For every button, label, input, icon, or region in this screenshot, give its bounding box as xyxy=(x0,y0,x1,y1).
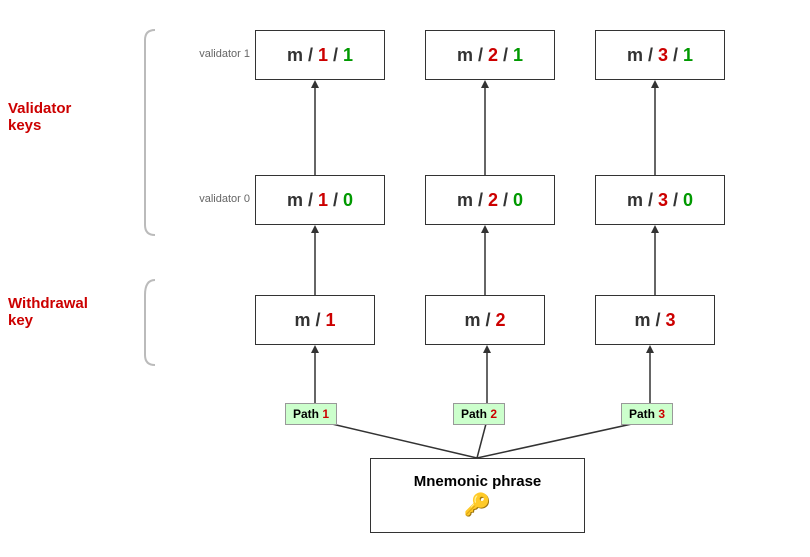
path-3-label: Path 3 xyxy=(621,403,673,425)
validator-keys-label: Validator keys xyxy=(8,100,108,134)
validator-1-label: validator 1 xyxy=(195,48,250,60)
key-icon: 🔑 xyxy=(464,492,491,518)
path-2-label: Path 2 xyxy=(453,403,505,425)
box-v1-col2: m / 2 / 1 xyxy=(425,30,555,80)
box-v0-col1: m / 1 / 0 xyxy=(255,175,385,225)
box-v1-col1: m / 1 / 1 xyxy=(255,30,385,80)
box-v0-col2: m / 2 / 0 xyxy=(425,175,555,225)
withdrawal-key-label: Withdrawal key xyxy=(8,295,108,329)
mnemonic-label: Mnemonic phrase xyxy=(414,473,542,490)
box-withdrawal-col1: m / 1 xyxy=(255,295,375,345)
path-1-label: Path 1 xyxy=(285,403,337,425)
box-v1-col3: m / 3 / 1 xyxy=(595,30,725,80)
validator-0-label: validator 0 xyxy=(195,193,250,205)
mnemonic-box: Mnemonic phrase 🔑 xyxy=(370,458,585,533)
box-v0-col3: m / 3 / 0 xyxy=(595,175,725,225)
box-withdrawal-col2: m / 2 xyxy=(425,295,545,345)
box-withdrawal-col3: m / 3 xyxy=(595,295,715,345)
